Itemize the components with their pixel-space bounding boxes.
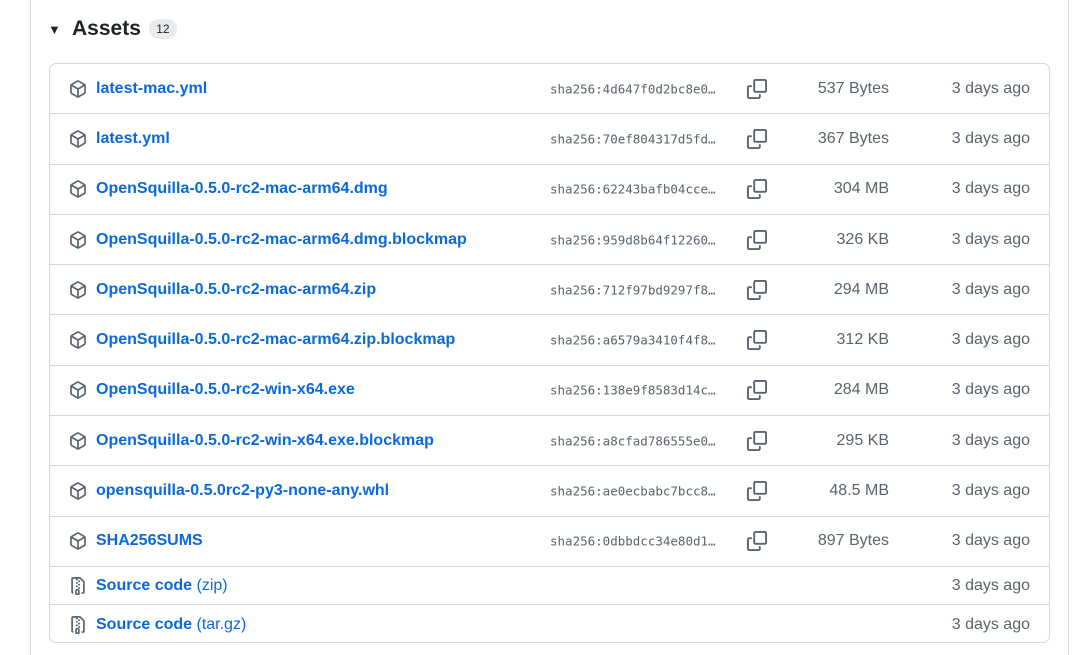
file-zip-icon xyxy=(71,576,85,595)
assets-list: latest-mac.yml sha256:4d647f0d2bc8e0… 53… xyxy=(49,63,1050,643)
asset-link[interactable]: OpenSquilla-0.5.0-rc2-mac-arm64.zip.bloc… xyxy=(96,331,455,349)
package-icon xyxy=(70,482,86,500)
asset-date: 3 days ago xyxy=(951,79,1030,97)
source-code-ext: (tar.gz) xyxy=(196,615,247,633)
asset-size: 537 Bytes xyxy=(817,79,889,97)
source-code-targz-link[interactable]: Source code (tar.gz) xyxy=(96,616,246,634)
package-icon xyxy=(70,381,86,400)
copy-icon[interactable] xyxy=(747,380,767,401)
copy-icon[interactable] xyxy=(747,279,767,300)
source-row: Source code (zip) 3 days ago xyxy=(50,567,1049,606)
assets-header[interactable]: ▼ Assets 12 xyxy=(48,14,177,44)
asset-row: OpenSquilla-0.5.0-rc2-mac-arm64.dmg sha2… xyxy=(50,165,1049,215)
asset-link[interactable]: opensquilla-0.5.0rc2-py3-none-any.whl xyxy=(96,482,389,500)
asset-row: OpenSquilla-0.5.0-rc2-mac-arm64.zip.bloc… xyxy=(50,315,1049,366)
asset-sha: sha256:a8cfad786555e0… xyxy=(550,433,716,449)
container-border-right xyxy=(1068,0,1069,655)
package-icon xyxy=(70,331,86,349)
asset-size: 312 KB xyxy=(836,331,889,349)
asset-link[interactable]: OpenSquilla-0.5.0-rc2-win-x64.exe xyxy=(96,381,355,399)
source-code-zip-link[interactable]: Source code (zip) xyxy=(96,577,228,595)
package-icon xyxy=(70,532,86,551)
asset-link[interactable]: latest.yml xyxy=(96,130,170,148)
asset-row: latest-mac.yml sha256:4d647f0d2bc8e0… 53… xyxy=(50,64,1049,115)
assets-title: Assets xyxy=(72,17,141,40)
asset-date: 3 days ago xyxy=(951,381,1030,399)
package-icon xyxy=(70,281,86,299)
file-zip-icon xyxy=(71,615,85,634)
asset-row: OpenSquilla-0.5.0-rc2-win-x64.exe sha256… xyxy=(50,366,1049,417)
asset-date: 3 days ago xyxy=(951,482,1030,500)
source-code-label: Source code xyxy=(96,615,193,633)
source-code-ext: (zip) xyxy=(196,576,228,594)
package-icon xyxy=(70,79,86,98)
copy-icon[interactable] xyxy=(747,128,767,149)
copy-icon[interactable] xyxy=(747,481,767,502)
package-icon xyxy=(70,180,86,199)
asset-size: 367 Bytes xyxy=(817,129,889,147)
asset-sha: sha256:138e9f8583d14c… xyxy=(550,382,716,398)
copy-icon[interactable] xyxy=(747,179,767,200)
asset-link[interactable]: OpenSquilla-0.5.0-rc2-mac-arm64.dmg.bloc… xyxy=(96,231,467,249)
source-row: Source code (tar.gz) 3 days ago xyxy=(50,605,1049,642)
copy-icon[interactable] xyxy=(747,78,767,99)
asset-size: 304 MB xyxy=(833,180,889,198)
package-icon xyxy=(70,230,86,249)
copy-icon[interactable] xyxy=(747,229,767,250)
asset-link[interactable]: OpenSquilla-0.5.0-rc2-mac-arm64.dmg xyxy=(96,180,388,198)
asset-row: OpenSquilla-0.5.0-rc2-win-x64.exe.blockm… xyxy=(50,416,1049,467)
asset-date: 3 days ago xyxy=(951,615,1030,633)
asset-sha: sha256:712f97bd9297f8… xyxy=(550,282,716,298)
assets-count-badge: 12 xyxy=(148,19,177,39)
asset-row: OpenSquilla-0.5.0-rc2-mac-arm64.zip sha2… xyxy=(50,265,1049,316)
asset-size: 326 KB xyxy=(836,230,889,248)
asset-sha: sha256:4d647f0d2bc8e0… xyxy=(550,81,716,97)
asset-sha: sha256:0dbbdcc34e80d1… xyxy=(550,533,716,549)
asset-date: 3 days ago xyxy=(951,230,1030,248)
asset-sha: sha256:959d8b64f12260… xyxy=(550,232,716,248)
asset-row: opensquilla-0.5.0rc2-py3-none-any.whl sh… xyxy=(50,466,1049,517)
asset-size: 295 KB xyxy=(836,431,889,449)
copy-icon[interactable] xyxy=(747,531,767,552)
asset-row: latest.yml sha256:70ef804317d5fd… 367 By… xyxy=(50,114,1049,165)
asset-link[interactable]: latest-mac.yml xyxy=(96,80,207,98)
asset-date: 3 days ago xyxy=(951,180,1030,198)
asset-date: 3 days ago xyxy=(951,331,1030,349)
asset-sha: sha256:62243bafb04cce… xyxy=(550,181,716,197)
asset-date: 3 days ago xyxy=(951,532,1030,550)
asset-link[interactable]: OpenSquilla-0.5.0-rc2-win-x64.exe.blockm… xyxy=(96,432,434,450)
source-code-label: Source code xyxy=(96,576,193,594)
asset-link[interactable]: OpenSquilla-0.5.0-rc2-mac-arm64.zip xyxy=(96,281,376,299)
package-icon xyxy=(70,130,86,148)
asset-link[interactable]: SHA256SUMS xyxy=(96,532,203,550)
asset-date: 3 days ago xyxy=(951,431,1030,449)
copy-icon[interactable] xyxy=(747,430,767,451)
asset-row: OpenSquilla-0.5.0-rc2-mac-arm64.dmg.bloc… xyxy=(50,215,1049,266)
asset-size: 48.5 MB xyxy=(829,482,889,500)
asset-sha: sha256:70ef804317d5fd… xyxy=(550,131,716,147)
asset-date: 3 days ago xyxy=(951,576,1030,594)
container-border-left xyxy=(30,0,31,655)
caret-down-icon[interactable]: ▼ xyxy=(48,23,62,36)
asset-sha: sha256:a6579a3410f4f8… xyxy=(550,332,716,348)
copy-icon[interactable] xyxy=(747,330,767,351)
asset-row: SHA256SUMS sha256:0dbbdcc34e80d1… 897 By… xyxy=(50,517,1049,567)
asset-sha: sha256:ae0ecbabc7bcc8… xyxy=(550,483,716,499)
asset-size: 897 Bytes xyxy=(817,532,889,550)
asset-size: 284 MB xyxy=(833,381,889,399)
package-icon xyxy=(70,431,86,450)
asset-date: 3 days ago xyxy=(951,280,1030,298)
asset-date: 3 days ago xyxy=(951,129,1030,147)
asset-size: 294 MB xyxy=(833,280,889,298)
